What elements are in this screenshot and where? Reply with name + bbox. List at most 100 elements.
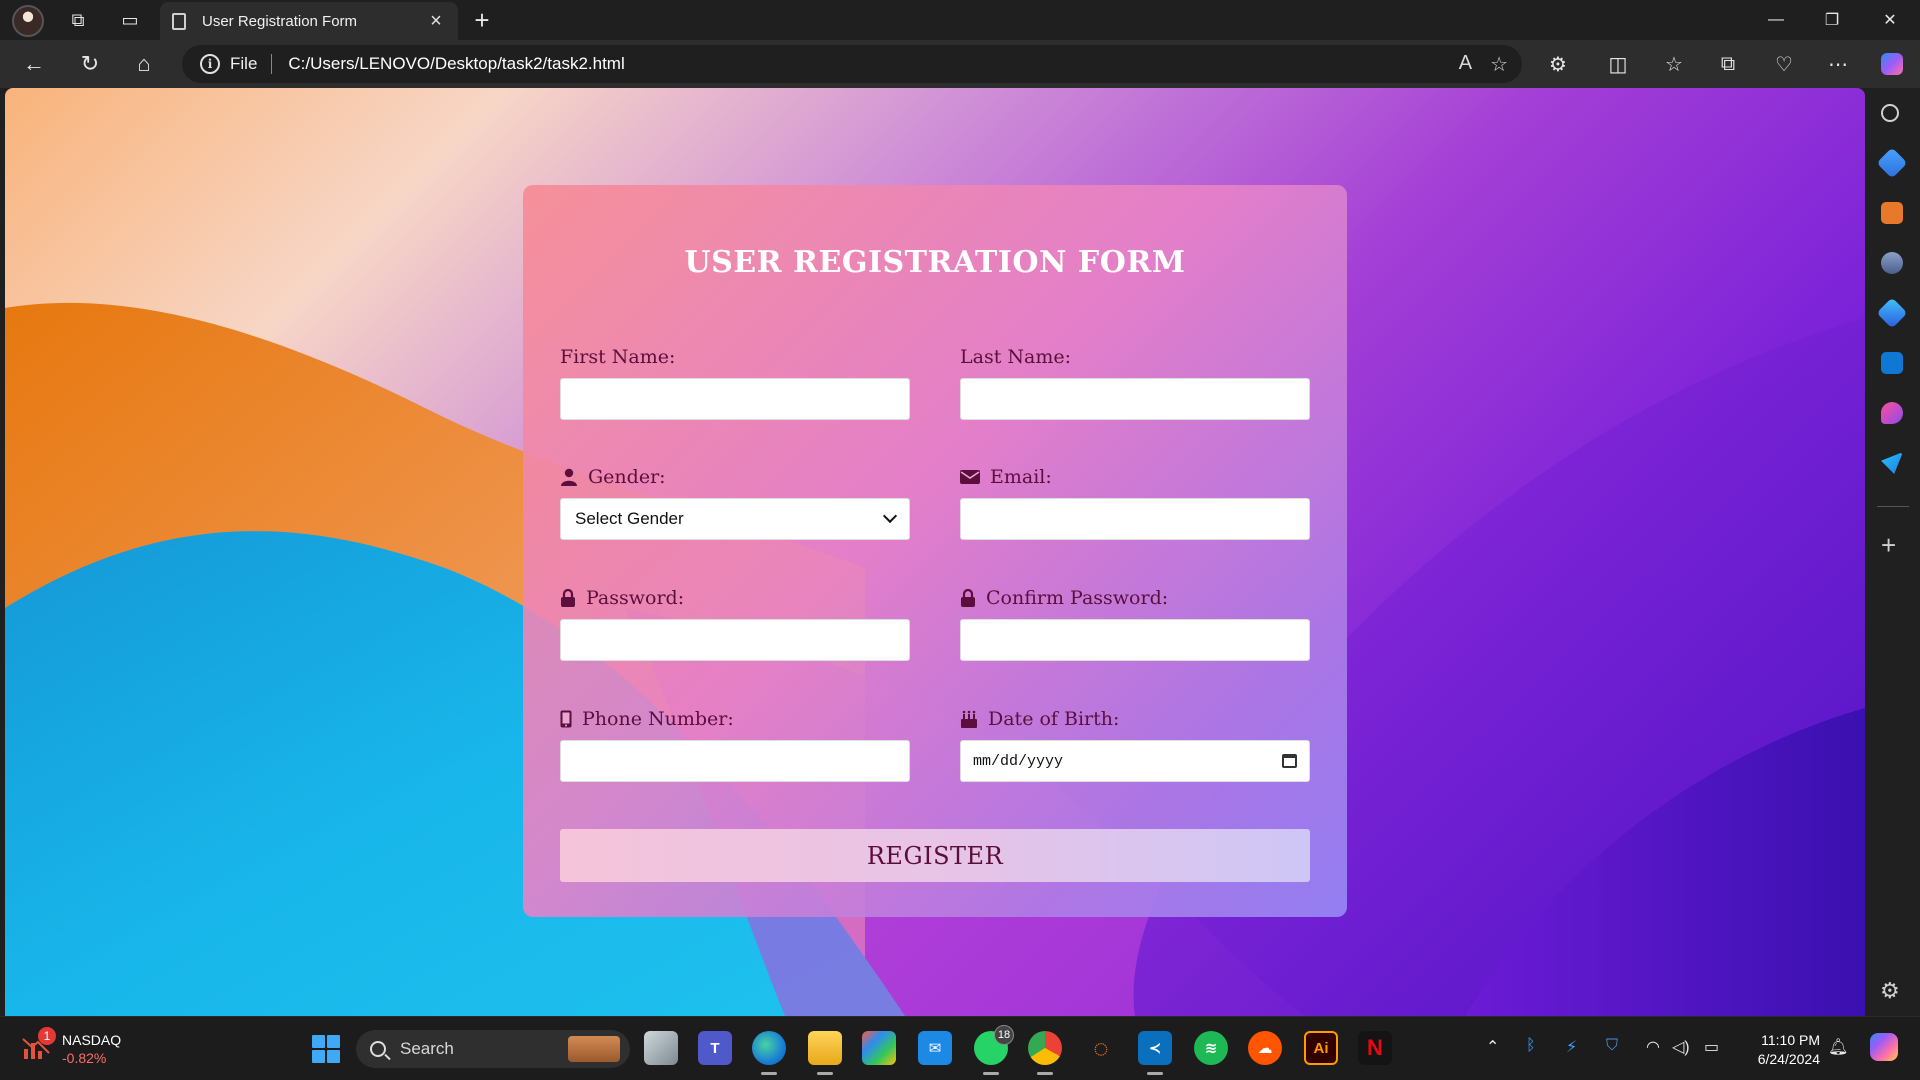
collections-icon[interactable]: ⧉ [1710, 48, 1746, 80]
battery-icon[interactable]: ▭ [1704, 1037, 1719, 1057]
profile-avatar[interactable] [12, 5, 44, 37]
notifications-bell-icon[interactable]: 🔔︎ [1828, 1037, 1848, 1057]
home-button[interactable]: ⌂ [126, 48, 162, 80]
first-name-input[interactable] [560, 378, 910, 420]
close-window-button[interactable]: ✕ [1862, 0, 1918, 40]
show-hidden-icons-chevron[interactable]: ⌃ [1486, 1037, 1499, 1057]
dob-placeholder: mm/dd/yyyy [973, 752, 1064, 770]
url-text[interactable]: C:/Users/LENOVO/Desktop/task2/task2.html [288, 54, 624, 74]
register-button[interactable]: REGISTER [560, 829, 1310, 882]
security-shield-icon[interactable]: ⛉ [1606, 1037, 1618, 1055]
page-viewport: USER REGISTRATION FORM First Name: Last … [5, 88, 1865, 1016]
copilot-taskbar-icon[interactable] [1870, 1033, 1898, 1061]
designer-icon[interactable] [1881, 402, 1903, 424]
search-highlight-image [568, 1036, 620, 1062]
first-name-label: First Name: [560, 346, 676, 368]
restore-button[interactable]: ❐ [1804, 0, 1860, 40]
send-icon[interactable] [1881, 452, 1903, 474]
games-icon[interactable] [1881, 252, 1903, 274]
taskbar-search[interactable]: Search [356, 1030, 630, 1068]
tab-title: User Registration Form [202, 12, 358, 30]
soundcloud-icon[interactable]: ☁ [1248, 1031, 1282, 1065]
confirm-password-field: Confirm Password: [960, 585, 1310, 661]
minimize-button[interactable]: — [1748, 0, 1804, 40]
confirm-password-label: Confirm Password: [960, 585, 1310, 611]
favorites-icon[interactable]: ☆ [1656, 48, 1692, 80]
sidebar-settings-icon[interactable]: ⚙ [1880, 978, 1900, 1004]
microsoft-365-icon[interactable] [1876, 297, 1908, 329]
lock-icon [961, 589, 975, 607]
stock-name: NASDAQ [62, 1032, 122, 1048]
shopping-tag-icon[interactable] [1876, 147, 1908, 179]
edge-icon[interactable] [752, 1031, 786, 1075]
password-input[interactable] [560, 619, 910, 661]
clock-date: 6/24/2024 [1757, 1051, 1820, 1067]
phone-input[interactable] [560, 740, 910, 782]
illustrator-icon[interactable]: Ai [1304, 1031, 1338, 1065]
more-menu-icon[interactable]: ⋯ [1820, 48, 1856, 80]
last-name-input[interactable] [960, 378, 1310, 420]
vertical-tabs-icon[interactable]: ▭ [112, 4, 148, 36]
phone-field: Phone Number: [560, 706, 910, 782]
tab-user-registration[interactable]: User Registration Form × [160, 2, 458, 40]
copilot-icon[interactable] [1874, 48, 1910, 80]
last-name-field: Last Name: [960, 344, 1310, 420]
dob-input[interactable]: mm/dd/yyyy [960, 740, 1310, 782]
file-explorer-icon[interactable] [808, 1031, 842, 1075]
tab-close-icon[interactable]: × [426, 10, 446, 33]
add-sidebar-app-icon[interactable]: + [1881, 530, 1896, 561]
mobile-icon [560, 710, 572, 728]
outlook-icon[interactable] [1881, 352, 1903, 374]
gender-field: Gender: Select Gender [560, 464, 910, 540]
email-label: Email: [960, 464, 1310, 490]
stock-chart-icon: 1 [22, 1027, 56, 1061]
workspaces-icon[interactable]: ⧉ [60, 4, 96, 36]
tools-icon[interactable] [1881, 202, 1903, 224]
mail-icon[interactable]: ✉ [918, 1031, 952, 1065]
windows-start-icon[interactable] [312, 1035, 340, 1063]
browser-title-bar: ⧉ ▭ User Registration Form × + — ❐ ✕ [0, 0, 1920, 40]
dob-field: Date of Birth: mm/dd/yyyy [960, 706, 1310, 782]
refresh-button[interactable]: ↻ [72, 48, 108, 80]
phone-label: Phone Number: [560, 706, 910, 732]
back-button[interactable]: ← [16, 48, 52, 80]
password-field: Password: [560, 585, 910, 661]
vscode-icon[interactable]: ≺ [1138, 1031, 1172, 1075]
whatsapp-icon[interactable]: 18 [974, 1025, 1014, 1075]
new-tab-button[interactable]: + [466, 4, 498, 36]
birthday-cake-icon [961, 710, 977, 728]
address-bar[interactable]: i File C:/Users/LENOVO/Desktop/task2/tas… [182, 45, 1522, 83]
task-view-icon[interactable] [644, 1031, 678, 1065]
volume-icon[interactable]: ◁) [1672, 1037, 1690, 1057]
wifi-icon[interactable]: ◠ [1646, 1037, 1660, 1057]
search-label: Search [400, 1039, 454, 1058]
user-icon [561, 468, 577, 486]
system-clock[interactable]: 11:10 PM 6/24/2024 [1740, 1031, 1820, 1069]
teams-icon[interactable]: T [698, 1031, 732, 1065]
bluetooth-icon[interactable]: ᛒ [1526, 1037, 1536, 1055]
extensions-icon[interactable]: ⚙ [1540, 48, 1576, 80]
browser-essentials-icon[interactable]: ♡ [1766, 48, 1802, 80]
lightning-sync-icon[interactable]: ⚡ [1566, 1037, 1577, 1057]
windows-taskbar: 1 NASDAQ -0.82% Search T ✉ 18 ◌ ≺ ≋ ☁ Ai… [0, 1016, 1920, 1080]
confirm-password-input[interactable] [960, 619, 1310, 661]
gender-select[interactable]: Select Gender [560, 498, 910, 540]
split-screen-icon[interactable]: ◫ [1600, 48, 1636, 80]
spotify-icon[interactable]: ≋ [1194, 1031, 1228, 1065]
favorite-star-icon[interactable]: ☆ [1490, 52, 1508, 77]
microsoft-store-icon[interactable] [862, 1031, 896, 1065]
netflix-icon[interactable]: N [1358, 1031, 1392, 1065]
read-aloud-icon[interactable]: A [1459, 52, 1472, 77]
stock-widget[interactable]: 1 NASDAQ -0.82% [22, 1027, 122, 1067]
search-icon[interactable] [1881, 104, 1899, 122]
email-field: Email: [960, 464, 1310, 540]
email-input[interactable] [960, 498, 1310, 540]
calendar-icon[interactable] [1282, 754, 1297, 768]
stock-badge: 1 [38, 1027, 56, 1045]
registration-form: USER REGISTRATION FORM First Name: Last … [523, 185, 1347, 917]
gender-label: Gender: [560, 464, 910, 490]
jupyter-icon[interactable]: ◌ [1084, 1031, 1118, 1065]
chrome-icon[interactable] [1028, 1031, 1062, 1075]
clock-time: 11:10 PM [1761, 1032, 1820, 1048]
info-icon[interactable]: i [200, 54, 220, 74]
